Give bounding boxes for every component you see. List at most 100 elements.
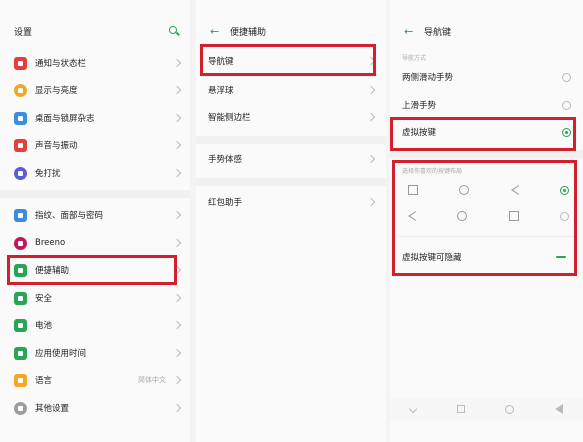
section-gap	[390, 150, 583, 158]
divider	[398, 236, 575, 237]
chevron-right-icon	[366, 112, 376, 122]
section-gap	[196, 178, 386, 186]
back-arrow-icon[interactable]: ←	[404, 25, 424, 38]
assist-panel: ← 便捷辅助 导航键 悬浮球 智能侧边栏 手势体感 红包助手	[196, 0, 386, 442]
moon-icon	[14, 166, 27, 180]
brightness-icon	[14, 83, 27, 97]
recents-key-icon[interactable]	[456, 405, 465, 413]
hide-toggle-switch[interactable]	[551, 252, 571, 262]
navkeys-header: ← 导航键	[404, 22, 573, 40]
radio-button[interactable]	[559, 211, 569, 221]
settings-item-sound[interactable]: 声音与振动	[0, 132, 190, 158]
settings-panel: 设置 通知与状态栏 显示与亮度 桌面与锁屏杂志 声音与振动 免打扰 指纹、面部与…	[0, 0, 190, 442]
navkeys-panel: ← 导航键 导航方式 两侧滑动手势 上滑手势 虚拟按键 选择你喜欢的按键布局 虚…	[390, 0, 583, 442]
chevron-right-icon	[172, 293, 182, 303]
chevron-right-icon	[172, 210, 182, 220]
home-key-icon[interactable]	[505, 404, 515, 414]
option-two-side-swipe[interactable]: 两侧滑动手势	[390, 64, 583, 90]
assist-item-label: 悬浮球	[208, 86, 234, 96]
circle-key-icon	[457, 211, 468, 221]
settings-header: 设置	[14, 22, 180, 40]
assist-item-label: 红包助手	[208, 198, 243, 208]
chevron-right-icon	[172, 265, 182, 275]
settings-item-fingerprint[interactable]: 指纹、面部与密码	[0, 202, 190, 228]
settings-title: 设置	[14, 27, 33, 38]
layout-option-2[interactable]	[408, 203, 569, 229]
settings-item-label: 应用使用时间	[35, 349, 87, 359]
assist-item-label: 导航键	[208, 57, 234, 67]
settings-item-label: 其他设置	[35, 404, 70, 414]
settings-item-dnd[interactable]: 免打扰	[0, 160, 190, 186]
chevron-right-icon	[366, 85, 376, 95]
radio-button-selected[interactable]	[559, 185, 569, 195]
option-label: 两侧滑动手势	[402, 73, 454, 83]
assist-item-smart-sidebar[interactable]: 智能侧边栏	[196, 104, 386, 130]
chevron-right-icon	[172, 58, 182, 68]
chevron-right-icon	[172, 375, 182, 385]
square-key-icon	[508, 211, 519, 221]
settings-item-battery[interactable]: 电池	[0, 312, 190, 338]
radio-button-selected[interactable]	[562, 127, 571, 137]
assist-item-gestures[interactable]: 手势体感	[196, 146, 386, 172]
breeno-icon	[14, 236, 27, 250]
settings-item-wallpaper[interactable]: 桌面与锁屏杂志	[0, 105, 190, 131]
chevron-right-icon	[172, 85, 182, 95]
settings-item-assist[interactable]: 便捷辅助	[0, 257, 190, 283]
wallpaper-icon	[14, 111, 27, 125]
back-arrow-icon[interactable]: ←	[210, 25, 230, 38]
battery-icon	[14, 318, 27, 332]
circle-key-icon	[459, 185, 470, 195]
settings-item-label: 指纹、面部与密码	[35, 211, 104, 221]
chevron-right-icon	[172, 320, 182, 330]
square-key-icon	[408, 185, 418, 195]
assist-title: 便捷辅助	[230, 27, 267, 38]
settings-item-label: 安全	[35, 294, 53, 304]
language-value: 简体中文	[138, 376, 166, 384]
settings-item-notification[interactable]: 通知与状态栏	[0, 50, 190, 76]
triangle-key-icon	[408, 211, 416, 221]
radio-button[interactable]	[562, 100, 571, 110]
navkeys-title: 导航键	[424, 27, 452, 38]
assist-item-navkeys[interactable]: 导航键	[196, 48, 386, 74]
settings-item-other[interactable]: 其他设置	[0, 395, 190, 421]
hide-toggle-label: 虚拟按键可隐藏	[402, 253, 462, 263]
settings-item-breeno[interactable]: Breeno	[0, 230, 190, 256]
fingerprint-icon	[14, 208, 27, 222]
chevron-right-icon	[172, 348, 182, 358]
option-label: 上滑手势	[402, 101, 437, 111]
hide-virtual-keys-row[interactable]: 虚拟按键可隐藏	[390, 244, 583, 270]
option-label: 虚拟按键	[402, 128, 437, 138]
assist-item-float-ball[interactable]: 悬浮球	[196, 77, 386, 103]
hourglass-icon	[14, 346, 27, 360]
option-swipe-up[interactable]: 上滑手势	[390, 92, 583, 118]
notification-icon	[14, 56, 27, 70]
settings-item-usage-time[interactable]: 应用使用时间	[0, 340, 190, 366]
settings-item-display[interactable]: 显示与亮度	[0, 77, 190, 103]
back-key-icon[interactable]	[554, 404, 563, 414]
settings-item-label: 显示与亮度	[35, 86, 78, 96]
chevron-right-icon	[172, 238, 182, 248]
assist-item-redpacket[interactable]: 红包助手	[196, 189, 386, 215]
option-virtual-keys[interactable]: 虚拟按键	[390, 119, 583, 145]
settings-item-label: 电池	[35, 321, 53, 331]
settings-item-language[interactable]: 语言 简体中文	[0, 367, 190, 393]
shield-icon	[14, 291, 27, 305]
sound-icon	[14, 138, 27, 152]
layout-caption: 选择你喜欢的按键布局	[402, 168, 463, 175]
section-caption: 导航方式	[402, 55, 427, 62]
virtual-nav-bar	[390, 398, 583, 420]
settings-item-label: 语言	[35, 376, 53, 386]
section-gap	[0, 190, 190, 198]
settings-item-security[interactable]: 安全	[0, 285, 190, 311]
layout-option-1[interactable]	[408, 177, 569, 203]
chevron-right-icon	[172, 140, 182, 150]
radio-button[interactable]	[562, 72, 571, 82]
settings-item-label: Breeno	[35, 238, 66, 248]
assist-item-label: 智能侧边栏	[208, 113, 251, 123]
settings-item-label: 通知与状态栏	[35, 59, 87, 69]
chevron-down-icon[interactable]	[409, 404, 418, 414]
search-icon[interactable]	[168, 25, 180, 37]
more-icon	[14, 401, 27, 415]
chevron-right-icon	[366, 154, 376, 164]
chevron-right-icon	[366, 197, 376, 207]
